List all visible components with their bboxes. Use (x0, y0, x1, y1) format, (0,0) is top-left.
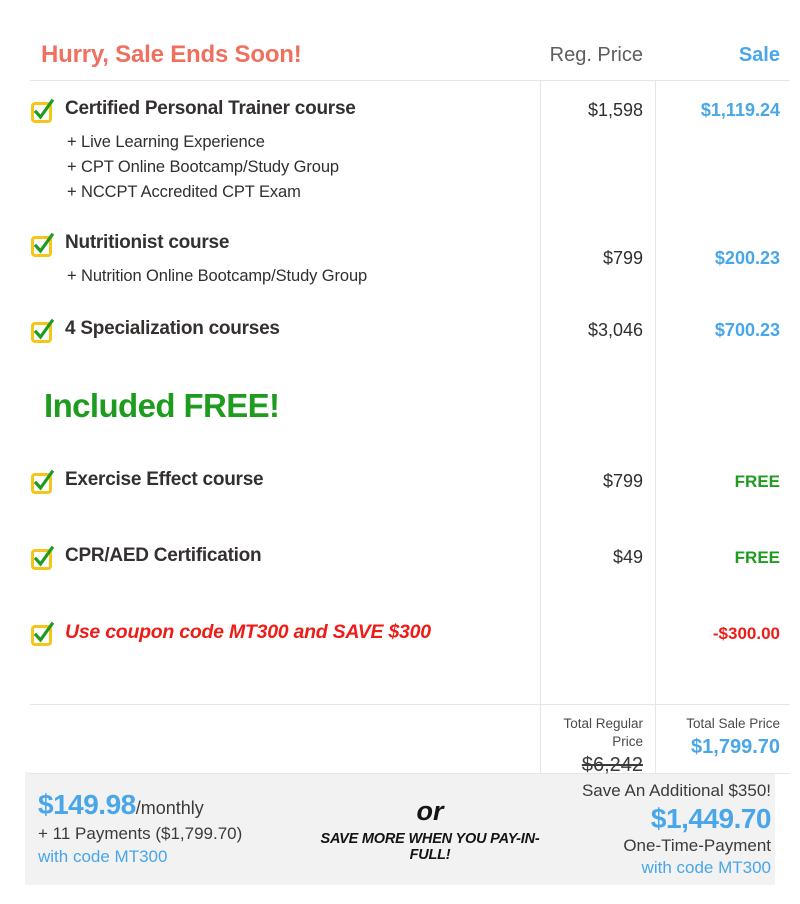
table-header: Hurry, Sale Ends Soon! Reg. Price Sale (30, 30, 790, 80)
column-header-sale: Sale (655, 44, 790, 67)
item-sub-list: + Live Learning Experience + CPT Online … (30, 130, 540, 205)
list-item: + Live Learning Experience (67, 133, 265, 151)
pay-in-full-amount: $1,449.70 (650, 802, 772, 834)
free-banner-text: Included FREE! (44, 387, 280, 424)
item-reg-price: $799 (602, 471, 643, 491)
item-sale-price: $700.23 (714, 320, 780, 340)
column-header-reg-price: Reg. Price (540, 44, 655, 67)
monthly-coupon-code: with code MT300 (38, 847, 168, 866)
item-sale-price-cell: FREE (655, 469, 790, 492)
reg-price-label: Reg. Price (549, 43, 643, 66)
item-description: 4 Specialization courses (30, 318, 540, 343)
table-body: Certified Personal Trainer course + Live… (30, 80, 790, 704)
item-sale-price-cell: $1,119.24 (655, 98, 790, 121)
coupon-row: Use coupon code MT300 and SAVE $300 -$30… (30, 570, 790, 704)
total-sale-price-block: Total Sale Price $1,799.70 (655, 705, 790, 760)
checkbox-checked-icon[interactable] (30, 469, 55, 494)
item-title: 4 Specialization courses (65, 318, 280, 339)
coupon-title: Use coupon code MT300 and SAVE $300 (65, 621, 431, 643)
or-word: or (416, 795, 444, 826)
item-title: Certified Personal Trainer course (65, 98, 356, 119)
item-sale-price: FREE (734, 472, 780, 491)
totals-row: Total Regular Price $6,242 Total Sale Pr… (30, 704, 790, 776)
table-row: Certified Personal Trainer course + Live… (30, 81, 790, 205)
checkbox-checked-icon[interactable] (30, 318, 55, 343)
item-sale-price: $1,119.24 (700, 100, 780, 120)
page-title: Hurry, Sale Ends Soon! (41, 41, 302, 68)
table-row: Exercise Effect course $799 FREE (30, 425, 790, 494)
totals-divider-right (655, 705, 656, 773)
checkbox-checked-icon[interactable] (30, 232, 55, 257)
payment-options-footer: $149.98/monthly + 11 Payments ($1,799.70… (25, 772, 775, 885)
item-description: Exercise Effect course (30, 469, 540, 494)
item-reg-price-cell: $49 (540, 545, 655, 568)
checkbox-checked-icon[interactable] (30, 98, 55, 123)
monthly-amount: $149.98 (38, 789, 136, 820)
item-description: CPR/AED Certification (30, 545, 540, 570)
item-reg-price: $49 (612, 547, 643, 567)
coupon-sale-price-cell: -$300.00 (655, 621, 790, 644)
sale-label: Sale (738, 43, 780, 66)
item-title: Nutritionist course (65, 232, 230, 253)
item-reg-price-cell: $799 (540, 232, 655, 269)
item-title: CPR/AED Certification (65, 545, 262, 566)
coupon-discount-amount: -$300.00 (712, 624, 780, 643)
item-sale-price-cell: $200.23 (655, 232, 790, 269)
list-item: + Nutrition Online Bootcamp/Study Group (67, 267, 368, 285)
item-reg-price-cell: $1,598 (540, 98, 655, 121)
coupon-description: Use coupon code MT300 and SAVE $300 (30, 621, 540, 646)
item-sale-price: FREE (734, 548, 780, 567)
item-sale-price-cell: $700.23 (655, 318, 790, 341)
monthly-period-label: /monthly (135, 798, 204, 818)
item-reg-price: $1,598 (587, 100, 643, 120)
additional-savings-text: Save An Additional $350! (581, 780, 771, 800)
item-reg-price: $3,046 (587, 320, 643, 340)
list-item: + NCCPT Accredited CPT Exam (67, 183, 301, 201)
item-description: Nutritionist course + Nutrition Online B… (30, 232, 540, 289)
item-reg-price: $799 (602, 248, 643, 268)
pricing-table: Hurry, Sale Ends Soon! Reg. Price Sale C… (30, 30, 790, 776)
item-reg-price-cell: $799 (540, 469, 655, 492)
item-description: Certified Personal Trainer course + Live… (30, 98, 540, 205)
pay-in-full-label: One-Time-Payment (623, 835, 771, 855)
checkbox-checked-icon[interactable] (30, 545, 55, 570)
item-sub-list: + Nutrition Online Bootcamp/Study Group (30, 264, 540, 289)
free-banner-row: Included FREE! (30, 343, 790, 425)
or-separator: or SAVE MORE WHEN YOU PAY-IN-FULL! (310, 795, 550, 863)
total-regular-price-block: Total Regular Price $6,242 (540, 705, 655, 778)
monthly-payment-option[interactable]: $149.98/monthly + 11 Payments ($1,799.70… (25, 789, 310, 868)
table-row: 4 Specialization courses $3,046 $700.23 (30, 289, 790, 343)
total-regular-price-value: $6,242 (581, 754, 643, 776)
item-sale-price-cell: FREE (655, 545, 790, 568)
total-sale-price-value: $1,799.70 (691, 736, 780, 758)
item-sale-price: $200.23 (714, 248, 780, 268)
pay-in-full-tagline: SAVE MORE WHEN YOU PAY-IN-FULL! (320, 830, 540, 863)
totals-divider-left (540, 705, 541, 773)
table-row: CPR/AED Certification $49 FREE (30, 494, 790, 570)
monthly-installments-text: + 11 Payments ($1,799.70) (38, 824, 243, 843)
free-banner-cell: Included FREE! (30, 387, 540, 425)
checkbox-checked-icon[interactable] (30, 621, 55, 646)
item-reg-price-cell: $3,046 (540, 318, 655, 341)
monthly-amount-line: $149.98/monthly (38, 789, 310, 821)
item-title: Exercise Effect course (65, 469, 264, 490)
pay-in-full-coupon-code: with code MT300 (641, 857, 771, 877)
total-sale-price-label: Total Sale Price (686, 716, 780, 731)
table-row: Nutritionist course + Nutrition Online B… (30, 205, 790, 289)
list-item: + CPT Online Bootcamp/Study Group (67, 158, 339, 176)
total-regular-price-label: Total Regular Price (563, 716, 643, 749)
pay-in-full-option[interactable]: Save An Additional $350! $1,449.70 One-T… (550, 779, 775, 879)
promo-headline-cell: Hurry, Sale Ends Soon! (30, 41, 540, 69)
